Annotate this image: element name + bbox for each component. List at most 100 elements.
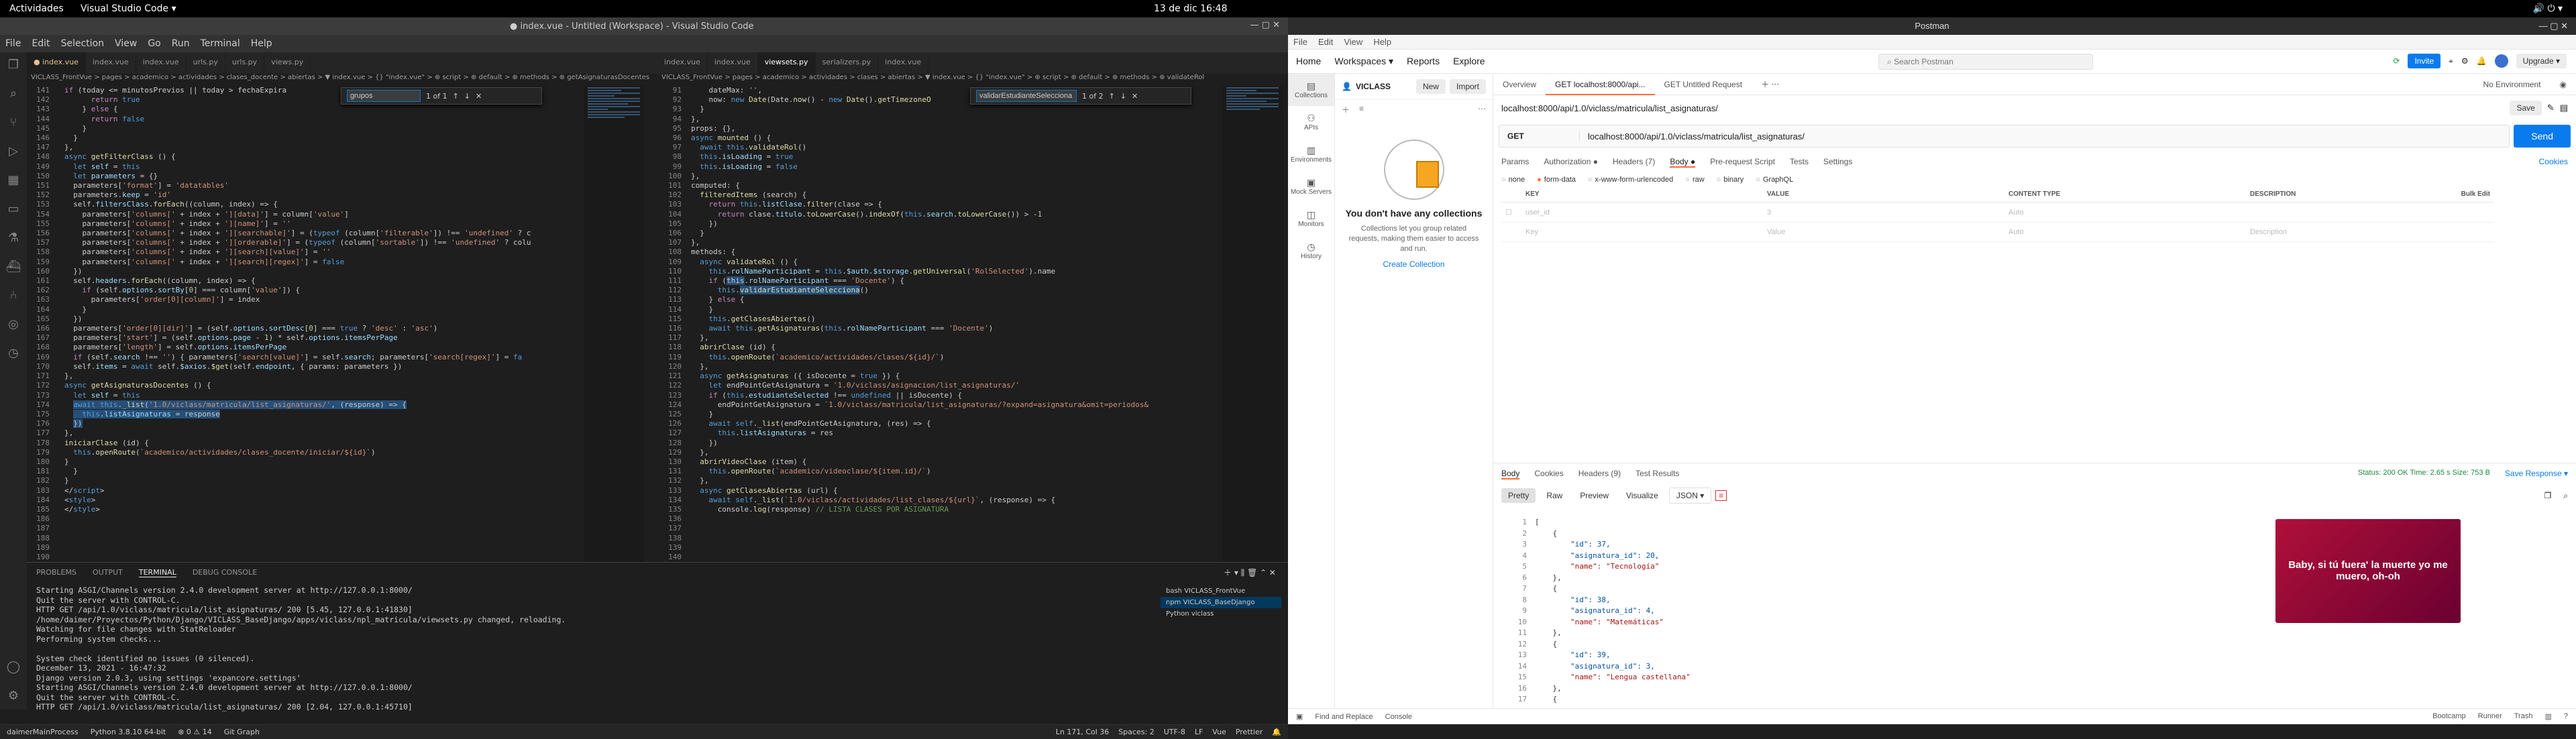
environment-eye-icon[interactable]: ◉ [2551,80,2576,89]
req-tab-pre-request[interactable]: Pre-request Script [1710,157,1775,168]
key-cell[interactable]: Key [1521,222,1763,242]
status-language[interactable]: Vue [1212,728,1226,736]
radio-form-data[interactable]: form-data [1537,176,1576,184]
code-editor-left[interactable]: if (today <= minutosPrevios || today > f… [64,86,581,562]
add-icon[interactable]: ＋ [1342,104,1350,115]
panel-tab-debug-console[interactable]: DEBUG CONSOLE [193,568,257,577]
status-remote[interactable]: daimerMainProcess [7,728,78,736]
edit-icon[interactable]: ✎ [2547,103,2555,113]
req-tab-tests[interactable]: Tests [1790,157,1809,168]
filter-icon[interactable]: ≡ [1359,104,1364,115]
value-cell[interactable]: Value [1763,222,2004,242]
menu-terminal[interactable]: Terminal [195,38,246,49]
menu-help[interactable]: Help [246,38,278,49]
content-type-cell[interactable]: Auto [2004,222,2246,242]
req-tab-params[interactable]: Params [1501,157,1529,168]
upgrade-button[interactable]: Upgrade ▾ [2516,54,2567,68]
tab-overview[interactable]: Overview [1493,80,1546,89]
database-icon[interactable]: ◎ [8,317,19,331]
menu-view[interactable]: View [109,38,142,49]
find-input-left[interactable] [347,90,421,102]
new-button[interactable]: New [1415,79,1446,94]
minimap-right[interactable] [1222,86,1283,562]
tab-views-py[interactable]: views.py [264,52,311,74]
runner-button[interactable]: Runner [2478,712,2502,721]
pm-menu-help[interactable]: Help [1368,37,1397,47]
minimap-left[interactable] [584,86,644,562]
pm-menu-edit[interactable]: Edit [1313,37,1338,47]
req-tab-body[interactable]: Body ● [1670,157,1696,168]
search-input[interactable]: ⌕ Search Postman [1878,54,2093,70]
bulk-edit-button[interactable]: Bulk Edit [2393,186,2494,203]
sidebar-item-environments[interactable]: ▥ Environments [1288,138,1334,170]
description-cell[interactable] [2246,202,2394,223]
radio-binary[interactable]: binary [1717,176,1743,184]
nav-workspaces[interactable]: Workspaces ▾ [1334,56,1393,67]
sidebar-item-monitors[interactable]: ◫ Monitors [1288,203,1334,235]
description-cell[interactable]: Description [2246,222,2394,242]
panel-tab-problems[interactable]: PROBLEMS [36,568,76,577]
settings-gear-icon[interactable]: ⚙ [8,689,19,703]
status-prettier[interactable]: Prettier [1236,728,1263,736]
menu-edit[interactable]: Edit [26,38,55,49]
find-input-right[interactable] [976,90,1077,102]
view-preview[interactable]: Preview [1573,488,1616,503]
comments-icon[interactable]: ▤ [2560,103,2568,113]
bootcamp-button[interactable]: Bootcamp [2432,712,2466,721]
wrap-lines-icon[interactable]: ≡ [1715,490,1727,501]
find-next-icon[interactable]: ↓ [1120,92,1126,101]
sidebar-item-apis[interactable]: ⚇ APIs [1288,106,1334,138]
remote-explorer-icon[interactable]: ▭ [7,202,19,216]
sidebar-toggle-icon[interactable]: ▣ [1296,712,1303,721]
source-control-icon[interactable]: ⑂ [10,115,17,129]
tab-index-vue-3[interactable]: index.vue [136,52,186,74]
testing-icon[interactable]: ⚗ [8,231,19,245]
breadcrumb-left[interactable]: VICLASS_FrontVue > pages > academico > a… [31,74,655,86]
new-tab-icon[interactable]: ＋ ⋯ [1752,78,1788,90]
content-type-cell[interactable]: Auto [2004,202,2246,223]
import-button[interactable]: Import [1449,79,1486,94]
terminal-item-npm[interactable]: npm VICLASS_BaseDjango [1161,597,1281,608]
view-visualize[interactable]: Visualize [1619,488,1665,503]
radio-urlencoded[interactable]: x-www-form-urlencoded [1588,176,1674,184]
status-cursor[interactable]: Ln 171, Col 36 [1056,728,1110,736]
window-controls-icon[interactable]: — ▢ ✕ [2539,17,2568,35]
sidebar-item-collections[interactable]: ▤ Collections [1288,74,1334,106]
cookies-link[interactable]: Cookies [2539,157,2568,168]
terminal-output[interactable]: Starting ASGI/Channels version 2.4.0 dev… [36,585,1163,726]
find-prev-icon[interactable]: ↑ [1109,92,1115,101]
tab-urls-py[interactable]: urls.py [186,52,225,74]
active-app-menu[interactable]: Visual Studio Code ▾ [80,3,176,14]
search-response-icon[interactable]: ⌕ [2563,491,2568,501]
find-prev-icon[interactable]: ↑ [453,92,459,101]
value-cell[interactable]: 3 [1763,202,2004,223]
panel-tab-output[interactable]: OUTPUT [93,568,123,577]
help-icon[interactable]: ? [2564,712,2568,721]
tab-r-index-vue-3[interactable]: index.vue [878,52,929,74]
req-tab-headers[interactable]: Headers (7) [1613,157,1655,168]
status-spaces[interactable]: Spaces: 2 [1118,728,1154,736]
panel-actions-icon[interactable]: ＋ ▾ ⫼ 🗑 ⌃ ✕ [1224,567,1276,578]
activities-button[interactable]: Actividades [9,3,64,14]
save-button[interactable]: Save [2510,101,2542,115]
request-path[interactable]: localhost:8000/api/1.0/viclass/matricula… [1501,103,1718,113]
timeline-icon[interactable]: ◷ [8,346,19,360]
view-raw[interactable]: Raw [1540,488,1570,503]
menu-run[interactable]: Run [166,38,195,49]
avatar[interactable] [2494,54,2508,68]
url-input[interactable]: localhost:8000/api/1.0/viclass/matricula… [1580,131,1813,141]
menu-selection[interactable]: Selection [56,38,110,49]
tab-r-serializers-py[interactable]: serializers.py [816,52,879,74]
method-select[interactable]: GET [1499,131,1580,141]
explorer-icon[interactable]: ❐ [8,58,19,72]
send-button[interactable]: Send [2514,125,2571,148]
radio-none[interactable]: none [1501,176,1525,184]
find-next-icon[interactable]: ↓ [464,92,470,101]
layout-icon[interactable]: ▥ [2544,712,2551,721]
tab-untitled-request[interactable]: GET Untitled Request [1655,80,1752,89]
settings-gear-icon[interactable]: ⚙ [2461,56,2469,66]
tab-urls-py-2[interactable]: urls.py [225,52,265,74]
git-graph-icon[interactable]: ⑃ [10,288,17,302]
terminal-item-bash[interactable]: bash VICLASS_FrontVue [1161,585,1281,597]
more-icon[interactable]: ⋯ [1478,104,1486,115]
